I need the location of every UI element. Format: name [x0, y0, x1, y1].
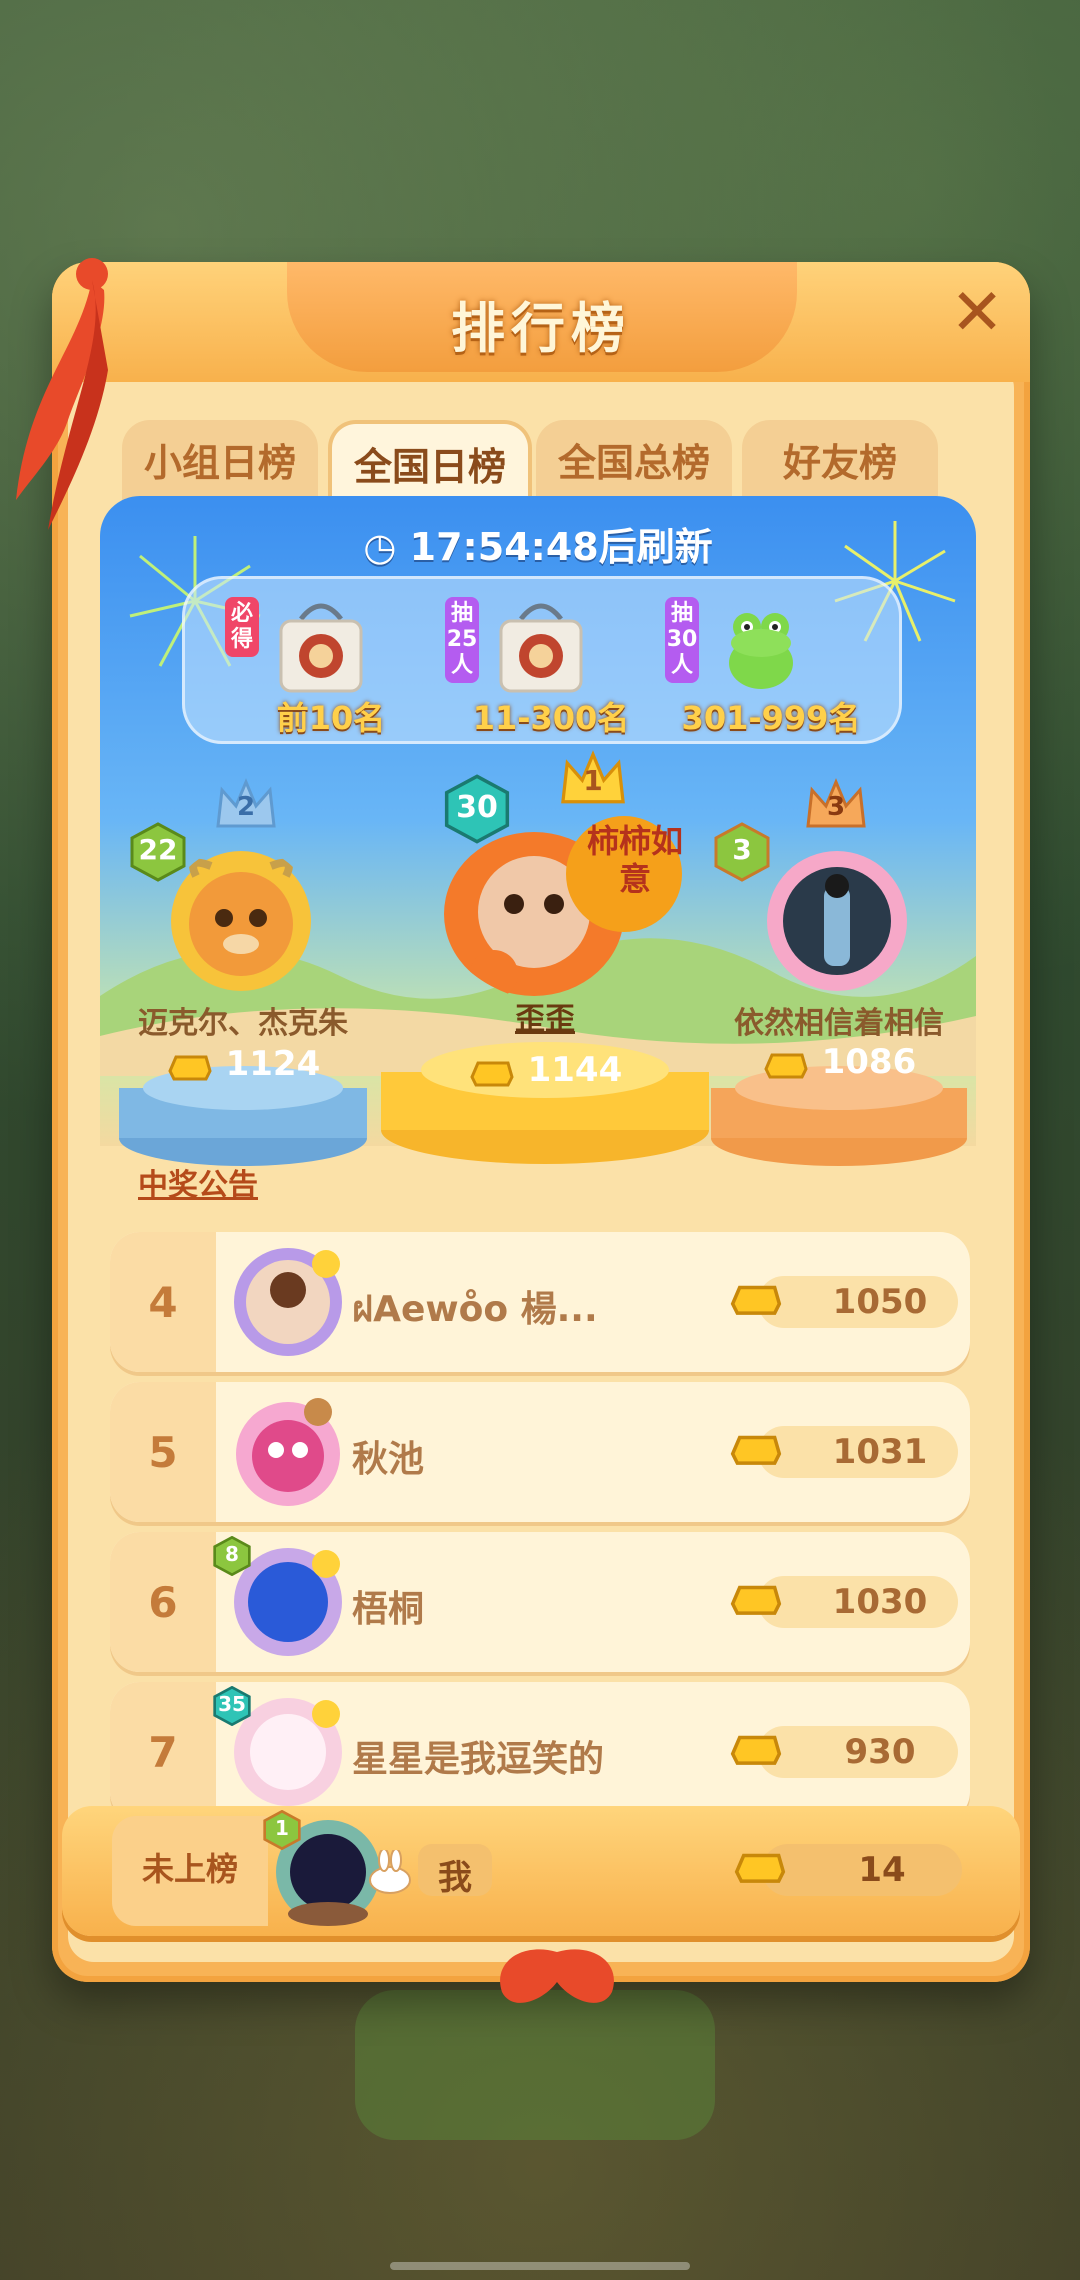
- gold-ingot-icon: [730, 1285, 782, 1315]
- gold-ingot-icon: [764, 1053, 808, 1078]
- level-number: 3: [732, 833, 752, 866]
- score-value: 1086: [821, 1042, 917, 1082]
- avatar[interactable]: [230, 1244, 346, 1360]
- score-value: 14: [858, 1850, 906, 1890]
- reward-tag: 必得: [225, 597, 259, 657]
- podium-name: 歪歪: [515, 1002, 575, 1037]
- player-name: ฝAewo̊o 楊...: [352, 1289, 598, 1330]
- level-number: 30: [456, 790, 498, 825]
- home-indicator[interactable]: [390, 2262, 690, 2270]
- score-value: 930: [844, 1732, 916, 1772]
- gold-ingot-icon: [470, 1061, 514, 1086]
- close-button[interactable]: ✕: [942, 278, 1012, 348]
- my-rank: 未上榜: [141, 1850, 238, 1888]
- gift-bag-icon: [499, 603, 583, 693]
- table-row[interactable]: 6 8 梧桐 1030: [110, 1532, 970, 1672]
- level-number: 35: [218, 1692, 246, 1716]
- clock-icon: ◷: [363, 525, 397, 569]
- score-value: 1030: [832, 1582, 928, 1622]
- rank-number: 1: [583, 764, 603, 797]
- reward-tag: 抽25人: [445, 597, 479, 683]
- avatar-third[interactable]: [762, 846, 912, 996]
- player-name: 星星是我逗笑的: [352, 1739, 605, 1780]
- rabbit-icon: [369, 1850, 411, 1894]
- gold-ingot-icon: [168, 1055, 212, 1080]
- modal-title: 排行榜: [451, 297, 631, 360]
- podium-name: 依然相信着相信: [734, 1006, 944, 1041]
- score-value: 1050: [832, 1282, 928, 1322]
- reward-tag: 抽30人: [665, 597, 699, 683]
- first-badge-text: 柿柿如意: [586, 822, 683, 898]
- reward-label: 11-300名: [472, 699, 630, 737]
- gold-ingot-icon: [730, 1435, 782, 1465]
- reward-11-300[interactable]: 抽25人 11-300名: [441, 589, 661, 739]
- score-value: 1124: [225, 1044, 321, 1084]
- my-name: 我: [438, 1858, 472, 1898]
- my-rank-row[interactable]: 未上榜 1 我 14: [62, 1806, 1020, 1936]
- avatar[interactable]: [230, 1394, 346, 1510]
- frog-plush-icon: [729, 613, 793, 689]
- gold-ingot-icon: [730, 1735, 782, 1765]
- table-row[interactable]: 5 秋池 1031: [110, 1382, 970, 1522]
- tab-friends[interactable]: 好友榜: [742, 420, 938, 506]
- rank-number: 5: [148, 1428, 178, 1477]
- table-row[interactable]: 4 ฝAewo̊o 楊... 1050: [110, 1232, 970, 1372]
- announcement-link[interactable]: 中奖公告: [138, 1160, 258, 1204]
- podium-score: 1086: [710, 1042, 968, 1082]
- score-value: 1144: [527, 1050, 623, 1090]
- podium-score: 1124: [118, 1044, 368, 1084]
- rank-number: 6: [148, 1578, 178, 1627]
- gold-ingot-icon: [730, 1585, 782, 1615]
- gift-bag-icon: [279, 603, 363, 693]
- tab-group-daily[interactable]: 小组日榜: [122, 420, 318, 506]
- ribbon-icon: [16, 258, 108, 530]
- table-row[interactable]: 7 35 星星是我逗笑的 930: [110, 1682, 970, 1822]
- level-number: 1: [275, 1816, 289, 1840]
- reward-top10[interactable]: 必得 前10名: [221, 589, 441, 739]
- refresh-timer: ◷ 17:54:48后刷新: [100, 516, 976, 571]
- avatar-second[interactable]: [166, 846, 316, 996]
- score-value: 1031: [832, 1432, 928, 1472]
- reward-301-999[interactable]: 抽30人 301-999名: [661, 589, 881, 739]
- ribbon-knot-icon: [500, 1949, 614, 2003]
- podium-score: 1144: [380, 1050, 710, 1090]
- rank-number: 2: [236, 792, 256, 822]
- tab-national-total[interactable]: 全国总榜: [536, 420, 732, 506]
- leaderboard-modal: 排行榜 ✕ 小组日榜 全国日榜 全国总榜 好友榜 ◷ 17:54:48后刷新 必…: [16, 258, 1030, 2003]
- podium-name: 迈克尔、杰克朱: [138, 1006, 348, 1041]
- player-name: 秋池: [352, 1439, 425, 1480]
- rank-number: 3: [826, 792, 846, 822]
- reward-box[interactable]: 必得 前10名 抽25人 11-300名 抽30人 301-999名: [182, 576, 902, 744]
- refresh-text: 17:54:48后刷新: [409, 525, 713, 569]
- player-name: 梧桐: [352, 1589, 425, 1630]
- rank-number: 4: [148, 1278, 178, 1327]
- reward-label: 前10名: [276, 699, 386, 737]
- reward-label: 301-999名: [681, 699, 861, 737]
- gold-ingot-icon: [734, 1853, 786, 1883]
- rank-number: 7: [148, 1728, 178, 1777]
- level-number: 22: [138, 833, 178, 866]
- level-number: 8: [225, 1542, 239, 1566]
